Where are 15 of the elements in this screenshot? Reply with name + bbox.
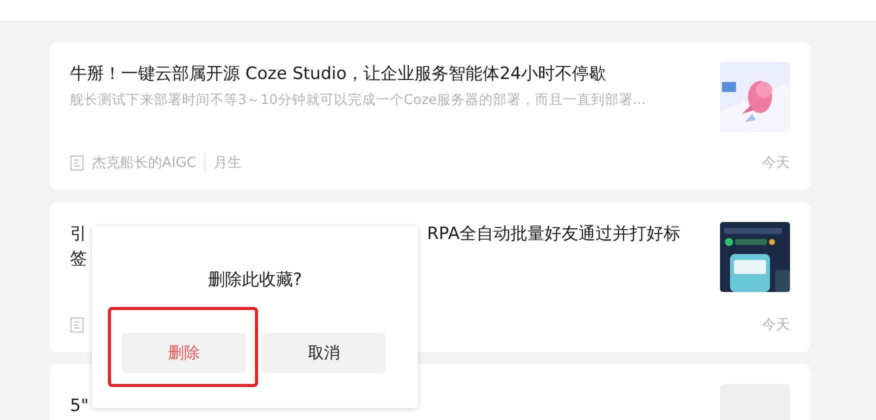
document-icon xyxy=(70,317,84,333)
article-excerpt: 舰长测试下来部署时间不等3～10分钟就可以完成一个Coze服务器的部署，而且一直到部署... xyxy=(70,91,647,109)
article-title: 牛掰！一键云部属开源 Coze Studio，让企业服务智能体24小时不停歇 xyxy=(70,63,608,86)
article-title: RPA全自动批量好友通过并打好标 xyxy=(427,223,681,246)
article-title: 5" xyxy=(70,395,90,418)
article-title: 签 xyxy=(70,249,87,269)
article-title: 引 xyxy=(70,223,87,246)
article-date: 今天 xyxy=(762,316,790,334)
author-name: 杰克船长的AIGC xyxy=(92,154,196,172)
article-card[interactable]: 牛掰！一键云部属开源 Coze Studio，让企业服务智能体24小时不停歇 舰长测试下来部署时间不等3～10分钟就可以完成一个Coze服务器的部署，而且一直到部署... 杰克船长的AIGC 月生 今天 xyxy=(50,42,810,190)
document-icon xyxy=(70,155,84,171)
article-tag: 月生 xyxy=(213,154,242,172)
dialog-message: 删除此收藏? xyxy=(206,269,304,291)
cancel-button[interactable]: 取消 xyxy=(262,333,386,373)
article-date: 今天 xyxy=(762,154,790,172)
